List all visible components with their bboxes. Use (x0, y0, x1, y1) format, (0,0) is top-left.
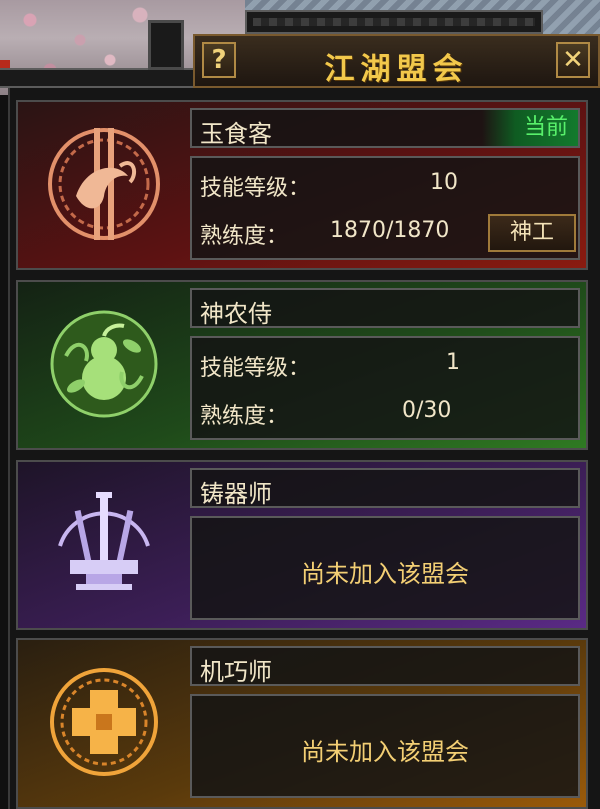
help-button[interactable]: ? (202, 42, 236, 78)
koi-fish-icon (48, 128, 160, 240)
gourd-icon (50, 310, 158, 418)
guild-info-box: 技能等级： 10 熟练度： 1870/1870 神工 (190, 156, 580, 260)
frame-left-ornament (0, 68, 195, 88)
guild-name: 玉食客 (200, 120, 272, 148)
proficiency-value: 0/30 (402, 398, 452, 423)
guild-name-box: 铸器师 (190, 468, 580, 508)
skill-level-label: 技能等级： (200, 356, 311, 381)
frame-top-ornament (245, 10, 543, 34)
guild-name: 机巧师 (200, 658, 272, 686)
skill-level-value: 10 (430, 170, 458, 195)
guild-name: 铸器师 (200, 480, 272, 508)
skill-level-value: 1 (446, 350, 460, 375)
game-screen: 江湖盟会 ? ✕ 玉食客 当前 技能等级： 10 熟练度： 1870/1870 … (0, 0, 600, 809)
proficiency-value: 1870/1870 (330, 218, 450, 243)
guild-info-box: 尚未加入该盟会 (190, 516, 580, 620)
skill-level-label: 技能等级： (200, 176, 311, 201)
guild-emblem-area (18, 462, 190, 628)
guild-name-box: 神农侍 (190, 288, 580, 328)
anvil-swords-icon (58, 492, 150, 590)
guild-name-box: 机巧师 (190, 646, 580, 686)
guild-panel-yushike: 玉食客 当前 技能等级： 10 熟练度： 1870/1870 神工 (16, 100, 588, 270)
not-joined-text: 尚未加入该盟会 (301, 738, 469, 766)
guild-info-box: 技能等级： 1 熟练度： 0/30 (190, 336, 580, 440)
window-title: 江湖盟会 (324, 52, 469, 87)
guild-panel-jiqiaoshi: 机巧师 尚未加入该盟会 (16, 638, 588, 809)
guild-panel-zhuqishi: 铸器师 尚未加入该盟会 (16, 460, 588, 630)
guild-panel-shennongshi: 神农侍 技能等级： 1 熟练度： 0/30 (16, 280, 588, 450)
not-joined-text: 尚未加入该盟会 (301, 560, 469, 588)
proficiency-label: 熟练度： (200, 224, 289, 249)
gear-block-icon (50, 668, 158, 776)
guild-emblem-area (18, 640, 190, 806)
frame-corner-ornament (148, 20, 184, 70)
guild-name: 神农侍 (200, 300, 272, 328)
proficiency-label: 熟练度： (200, 404, 289, 429)
current-status-badge: 当前 (482, 110, 578, 146)
guild-info-box: 尚未加入该盟会 (190, 694, 580, 798)
title-bar: 江湖盟会 (193, 34, 600, 88)
guild-emblem-area (18, 282, 190, 448)
close-button[interactable]: ✕ (556, 42, 590, 78)
guild-emblem-area (18, 102, 190, 268)
guild-name-box: 玉食客 当前 (190, 108, 580, 148)
shengong-button[interactable]: 神工 (488, 214, 576, 252)
